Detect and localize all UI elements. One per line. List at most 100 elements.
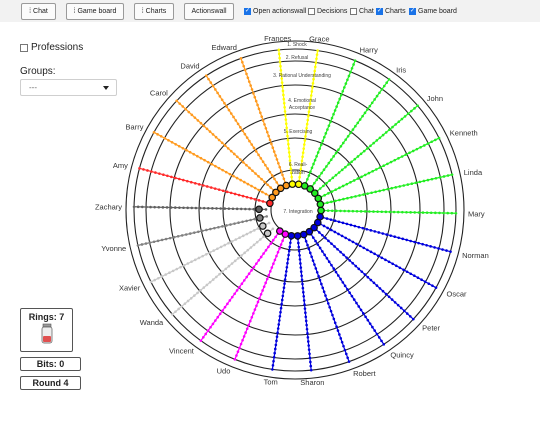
track-dot [413, 240, 416, 244]
track-dot [388, 210, 392, 214]
track-dot [281, 85, 284, 89]
track-dot [270, 174, 274, 177]
track-dot [281, 173, 284, 177]
player-name-mary: Mary [468, 209, 485, 218]
track-dot [450, 211, 454, 215]
player-name-barry: Barry [126, 123, 144, 132]
token-edward[interactable] [282, 181, 291, 190]
track-dot [259, 293, 263, 296]
track-dot [338, 333, 341, 336]
track-dot [244, 331, 247, 334]
track-dot [338, 97, 342, 101]
track-dot [153, 278, 156, 282]
token-linda[interactable] [316, 200, 325, 209]
track-dot [190, 113, 194, 117]
track-dot [275, 335, 279, 339]
token-wanda[interactable] [263, 229, 272, 238]
track-dot [257, 259, 261, 262]
track-dot [297, 245, 301, 249]
track-dot [202, 335, 205, 339]
track-dot [276, 250, 280, 254]
track-dot [433, 246, 436, 249]
track-dot [361, 114, 364, 118]
track-dot [320, 282, 323, 286]
track-dot [397, 120, 401, 124]
track-dot [248, 319, 252, 323]
track-dot [387, 295, 391, 299]
track-dot [163, 136, 167, 140]
token-vincent[interactable] [276, 227, 284, 235]
token-xavier[interactable] [258, 222, 267, 230]
track-dot [384, 131, 388, 134]
track-dot [227, 241, 230, 245]
track-dot [185, 148, 188, 152]
track-dot [159, 135, 163, 138]
track-dot [193, 258, 197, 262]
track-dot [253, 95, 257, 99]
track-dot [366, 318, 370, 322]
track-dot [352, 63, 355, 66]
track-dot [329, 218, 333, 221]
track-dot [339, 145, 343, 148]
token-grace[interactable] [294, 180, 303, 189]
track-dot [369, 278, 373, 282]
track-dot [196, 291, 199, 295]
track-dot [357, 305, 361, 308]
track-dot [230, 240, 234, 243]
token-sharon[interactable] [293, 232, 302, 240]
track-dot [279, 310, 282, 314]
track-dot [372, 141, 375, 145]
token-tom[interactable] [287, 231, 296, 240]
track-dot [309, 364, 313, 368]
track-dot [177, 144, 181, 148]
track-dot [199, 156, 203, 160]
track-dot [223, 144, 227, 147]
track-dot [274, 154, 277, 157]
track-dot [275, 158, 279, 161]
track-dot [282, 177, 286, 181]
token-mary[interactable] [317, 206, 325, 215]
track-dot [290, 175, 293, 179]
track-dot [415, 147, 419, 151]
track-dot [426, 142, 430, 145]
token-yvonne[interactable] [256, 214, 264, 222]
track-dot [406, 112, 410, 116]
track-dot [252, 265, 256, 269]
track-dot [397, 157, 400, 160]
track-dot [346, 134, 350, 138]
track-dot [372, 210, 375, 213]
track-dot [287, 147, 291, 150]
track-dot [404, 153, 408, 156]
track-dot [264, 248, 268, 252]
track-dot [242, 335, 246, 338]
track-dot [341, 281, 345, 284]
token-zachary[interactable] [255, 205, 263, 214]
track-dot [385, 81, 388, 85]
track-dot [256, 227, 260, 230]
track-dot [340, 234, 344, 238]
track-dot [323, 253, 326, 257]
track-dot [398, 266, 402, 270]
token-robert[interactable] [299, 230, 308, 239]
token-frances[interactable] [288, 180, 297, 188]
track-dot [209, 227, 212, 231]
track-dot [422, 179, 426, 183]
track-dot [405, 270, 409, 274]
track-dot [280, 298, 284, 302]
track-dot [288, 155, 291, 158]
track-dot [301, 151, 305, 154]
track-dot [250, 143, 254, 146]
track-dot [196, 154, 199, 158]
track-dot [330, 190, 334, 193]
track-dot [400, 155, 404, 158]
track-dot [270, 266, 274, 269]
track-dot [318, 246, 322, 250]
track-dot [314, 267, 318, 270]
player-name-vincent: Vincent [169, 346, 195, 355]
track-dot [234, 238, 238, 241]
track-dot [315, 178, 319, 182]
track-dot [414, 181, 418, 185]
track-dot [274, 235, 277, 239]
track-dot [320, 171, 323, 175]
player-name-udo: Udo [217, 366, 231, 375]
